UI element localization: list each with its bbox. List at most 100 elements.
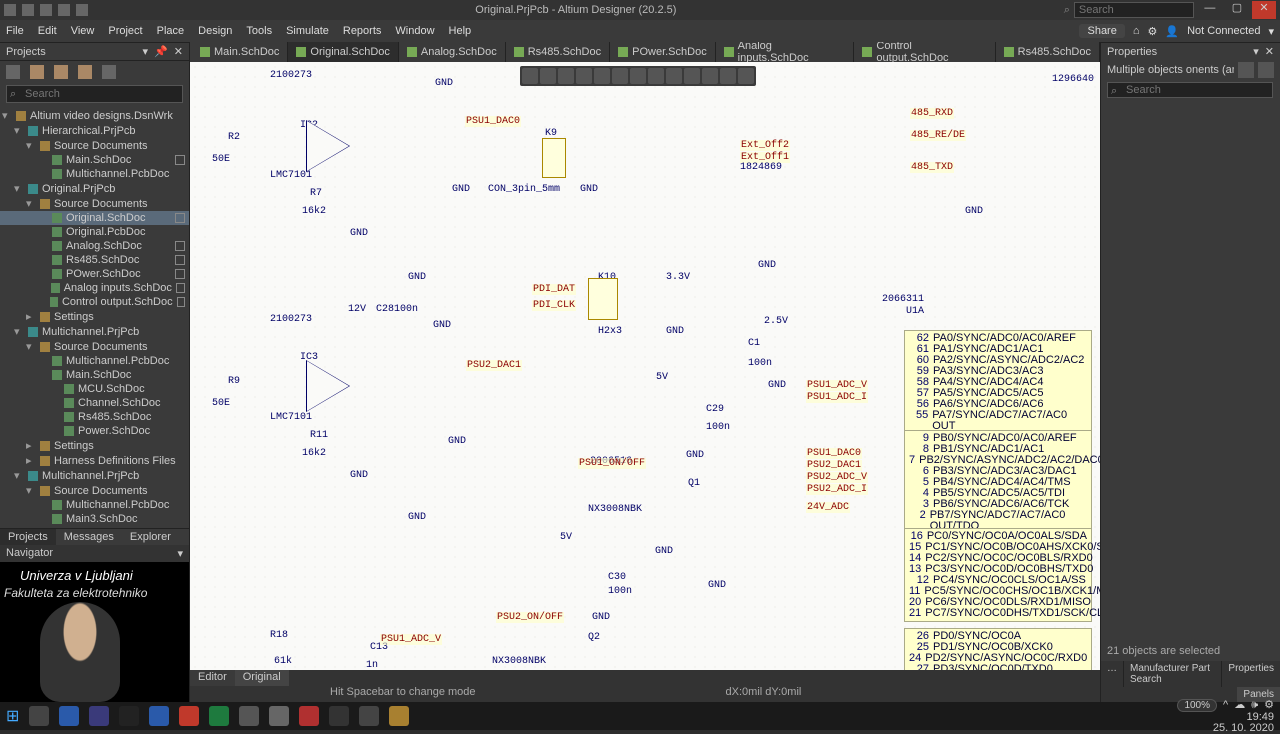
menu-window[interactable]: Window [395,25,434,37]
taskbar-app-icon[interactable] [359,706,379,726]
menu-simulate[interactable]: Simulate [286,25,329,37]
minimize-button[interactable]: — [1198,2,1222,20]
tool-icon[interactable] [522,68,538,84]
tool-icon[interactable] [684,68,700,84]
tool-icon[interactable] [612,68,628,84]
chevron-down-icon[interactable]: ▾ [177,547,183,560]
projects-tree[interactable]: ▾Altium video designs.DsnWrk▾Hierarchica… [0,106,189,528]
tree-item[interactable]: Control output.SchDoc [0,295,189,309]
tool-icon[interactable] [702,68,718,84]
panel-menu-icon[interactable]: ▾ [1253,45,1259,58]
tree-item[interactable]: Main.SchDoc [0,153,189,167]
tab-messages[interactable]: Messages [56,529,122,545]
document-tab[interactable]: Main.SchDoc [192,42,288,62]
clock-date[interactable]: 25. 10. 2020 [1213,722,1274,734]
tree-item[interactable]: ▸Settings [0,438,189,453]
tree-item[interactable]: MCU.SchDoc [0,382,189,396]
document-tab[interactable]: POwer.SchDoc [610,42,716,62]
tree-item[interactable]: Multichannel.PcbDoc [0,354,189,368]
document-tab[interactable]: Control output.SchDoc [854,42,995,62]
tool-icon[interactable] [594,68,610,84]
filter-button[interactable] [1238,62,1254,78]
tree-item[interactable]: Analog.SchDoc [0,239,189,253]
qat-icon[interactable] [58,4,70,16]
filter-dropdown[interactable] [1258,62,1274,78]
menu-place[interactable]: Place [157,25,185,37]
tree-item[interactable]: Rs485.SchDoc [0,253,189,267]
tree-item[interactable]: Analog inputs.SchDoc [0,281,189,295]
menu-edit[interactable]: Edit [38,25,57,37]
taskbar-app-icon[interactable] [329,706,349,726]
tray-icon[interactable]: ⚙ [1264,700,1274,711]
tree-item[interactable]: ▸Settings [0,309,189,324]
toolbar-icon[interactable] [102,65,116,79]
tab-projects[interactable]: Projects [0,529,56,545]
zoom-level[interactable]: 100% [1177,699,1217,712]
user-icon[interactable]: 👤 [1165,25,1179,38]
tab-original[interactable]: Original [235,670,289,686]
connector-k9[interactable] [542,138,566,178]
taskbar-app-icon[interactable] [269,706,289,726]
taskbar-app-icon[interactable] [239,706,259,726]
tree-item[interactable]: POwer.SchDoc [0,267,189,281]
tree-item[interactable]: ▾Source Documents [0,339,189,354]
taskbar-app-icon[interactable] [209,706,229,726]
tab-explorer[interactable]: Explorer [122,529,179,545]
panel-close-icon[interactable]: ✕ [174,45,183,58]
tree-item[interactable]: Main3.SchDoc [0,512,189,526]
tool-icon[interactable] [576,68,592,84]
tree-item[interactable]: Channel.SchDoc [0,396,189,410]
document-tab[interactable]: Analog.SchDoc [399,42,506,62]
tree-item[interactable]: Original.SchDoc [0,211,189,225]
tool-icon[interactable] [630,68,646,84]
document-tab[interactable]: Rs485.SchDoc [996,42,1100,62]
tray-icon[interactable]: ^ [1223,700,1228,711]
menu-view[interactable]: View [71,25,95,37]
titlebar-search-input[interactable] [1074,2,1194,18]
taskbar-app-icon[interactable] [59,706,79,726]
tree-item[interactable]: Multichannel.PcbDoc [0,498,189,512]
tree-item[interactable]: ▾Original.PrjPcb [0,181,189,196]
tool-icon[interactable] [540,68,556,84]
taskbar-app-icon[interactable] [179,706,199,726]
connector-k10[interactable] [588,278,618,320]
tab-manufacturer-search[interactable]: Manufacturer Part Search [1123,661,1221,687]
tree-item[interactable]: Power.SchDoc [0,424,189,438]
tree-item[interactable]: ▾Source Documents [0,483,189,498]
document-tab[interactable]: Original.SchDoc [288,42,398,62]
taskbar-app-icon[interactable] [119,706,139,726]
tree-item[interactable]: ▸Harness Definitions Files [0,453,189,468]
tree-item[interactable]: ▾Multichannel.PrjPcb [0,468,189,483]
qat-icon[interactable] [76,4,88,16]
maximize-button[interactable]: ▢ [1225,1,1249,19]
tree-item[interactable]: ▾Hierarchical.PrjPcb [0,123,189,138]
tool-icon[interactable] [648,68,664,84]
tool-icon[interactable] [666,68,682,84]
taskbar-app-icon[interactable] [299,706,319,726]
home-icon[interactable]: ⌂ [1133,25,1140,37]
close-button[interactable]: ✕ [1252,1,1276,19]
toolbar-icon[interactable] [6,65,20,79]
taskbar-app-icon[interactable] [29,706,49,726]
tree-item[interactable]: ▾Multichannel.PrjPcb [0,324,189,339]
toolbar-icon[interactable] [54,65,68,79]
tool-icon[interactable] [738,68,754,84]
menu-reports[interactable]: Reports [343,25,382,37]
properties-search-input[interactable] [1107,82,1273,98]
tree-item[interactable]: Original.PcbDoc [0,225,189,239]
menu-file[interactable]: File [6,25,24,37]
tree-item[interactable]: Main.SchDoc [0,368,189,382]
tray-icon[interactable]: ☁ [1234,700,1245,711]
start-button[interactable]: ⊞ [6,706,19,726]
toolbar-icon[interactable] [30,65,44,79]
qat-icon[interactable] [40,4,52,16]
tab-editor[interactable]: Editor [190,670,235,686]
schematic-canvas[interactable]: 2100273 GND IC2 PSU1_DAC0 K9 R2 50E LMC7… [190,62,1100,670]
share-button[interactable]: Share [1079,24,1124,38]
panel-pin-icon[interactable]: 📌 [154,45,168,58]
menu-tools[interactable]: Tools [246,25,272,37]
tree-item[interactable]: ▾Altium video designs.DsnWrk [0,108,189,123]
tree-item[interactable]: ▾Source Documents [0,138,189,153]
tree-item[interactable]: ▾Source Documents [0,196,189,211]
menu-design[interactable]: Design [198,25,232,37]
